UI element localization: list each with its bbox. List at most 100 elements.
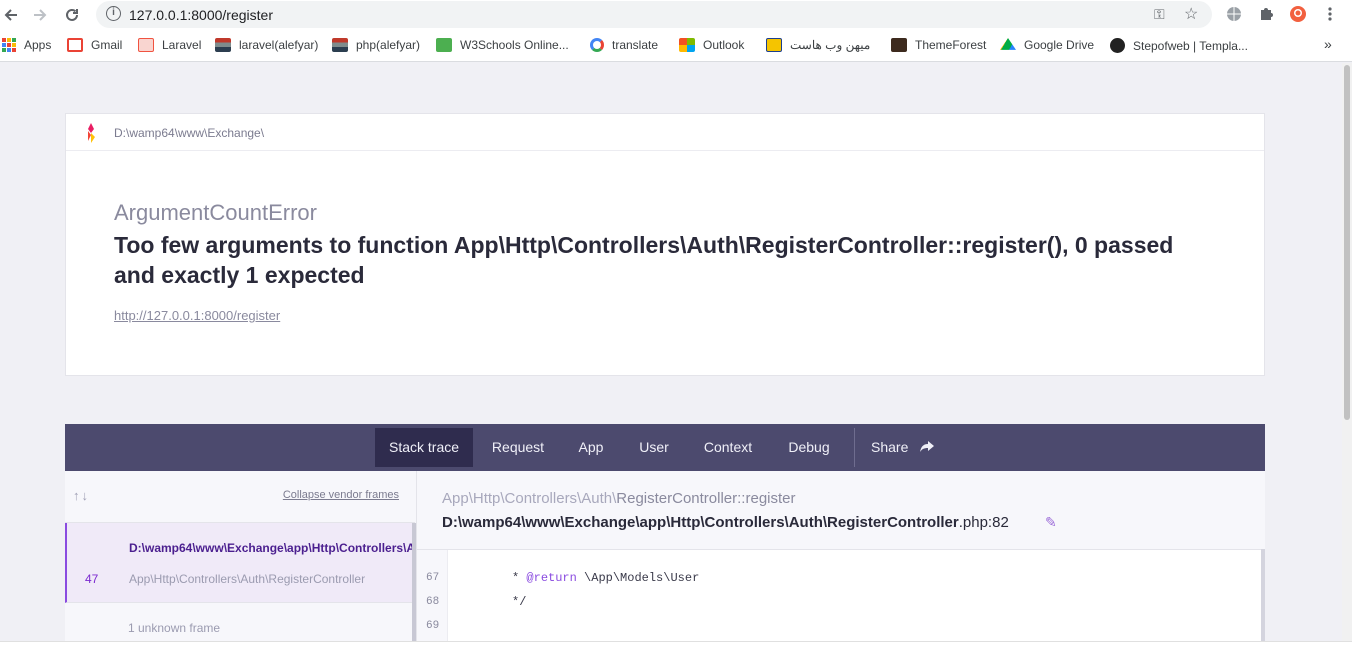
page-scrollbar-thumb[interactable] bbox=[1344, 65, 1350, 420]
line-number: 68 bbox=[426, 596, 440, 608]
frame-method: App\Http\Controllers\Auth\RegisterContro… bbox=[442, 490, 796, 507]
code-text: \App\Models\User bbox=[576, 571, 700, 585]
tab-divider bbox=[854, 428, 855, 467]
exception-card: D:\wamp64\www\Exchange\ ArgumentCountErr… bbox=[65, 113, 1265, 376]
mihanwebhost-icon bbox=[766, 38, 782, 52]
tab-bar: Stack trace Request App User Context Deb… bbox=[65, 424, 1265, 471]
frames-scrollbar[interactable] bbox=[412, 523, 416, 641]
tab-request[interactable]: Request bbox=[483, 428, 553, 467]
file-extension-line: .php:82 bbox=[958, 514, 1009, 531]
bookmark-label: Outlook bbox=[703, 38, 745, 52]
frame-file: D:\wamp64\www\Exchange\app\Http\Controll… bbox=[442, 514, 1009, 531]
bookmark-laravel[interactable]: Laravel bbox=[138, 38, 201, 52]
drive-icon bbox=[1000, 38, 1016, 50]
bookmark-apps[interactable]: Apps bbox=[2, 38, 51, 52]
tab-app[interactable]: App bbox=[570, 428, 612, 467]
bookmark-php-alefyar[interactable]: php(alefyar) bbox=[332, 38, 420, 52]
window-bottom-edge bbox=[0, 641, 1352, 646]
books-icon bbox=[215, 38, 231, 52]
tab-user[interactable]: User bbox=[632, 428, 676, 467]
address-bar[interactable]: i 127.0.0.1:8000/register ⚿ ☆ bbox=[96, 1, 1212, 28]
frame-detail-panel: App\Http\Controllers\Auth\RegisterContro… bbox=[417, 471, 1265, 641]
bookmark-mihanwebhost[interactable]: میهن وب هاست bbox=[766, 38, 870, 52]
bookmark-label: Gmail bbox=[91, 38, 123, 52]
frame-class: App\Http\Controllers\Auth\RegisterContro… bbox=[129, 572, 366, 586]
bookmark-label: Laravel bbox=[162, 38, 202, 52]
tab-share[interactable]: Share bbox=[871, 428, 941, 467]
apps-grid-icon bbox=[2, 38, 16, 52]
password-key-icon[interactable]: ⚿ bbox=[1154, 6, 1165, 23]
line-number-gutter: 67 68 69 bbox=[417, 550, 448, 641]
bookmark-themeforest[interactable]: ThemeForest bbox=[891, 38, 986, 52]
bookmark-label: translate bbox=[612, 38, 659, 52]
collapse-vendor-frames-link[interactable]: Collapse vendor frames bbox=[283, 489, 399, 501]
bookmark-label: laravel(alefyar) bbox=[239, 38, 319, 52]
frame-number: 47 bbox=[85, 572, 99, 586]
bookmark-google-drive[interactable]: Google Drive bbox=[1000, 38, 1094, 52]
frame-file-path: D:\wamp64\www\Exchange\app\Http\Controll… bbox=[129, 541, 415, 555]
code-text: * bbox=[476, 571, 527, 585]
share-arrow-icon bbox=[920, 441, 935, 452]
site-info-icon[interactable]: i bbox=[106, 6, 121, 21]
bookmarks-overflow-button[interactable]: » bbox=[1324, 36, 1332, 52]
stepofweb-icon bbox=[1110, 38, 1125, 53]
page-scrollbar[interactable] bbox=[1342, 63, 1352, 641]
ignition-logo-icon bbox=[88, 123, 95, 143]
back-arrow-icon[interactable] bbox=[0, 4, 22, 26]
code-text: */ bbox=[476, 595, 527, 609]
bookmark-label: Apps bbox=[24, 38, 52, 52]
w3schools-icon bbox=[436, 38, 452, 52]
bookmark-label: میهن وب هاست bbox=[790, 38, 871, 52]
bookmark-outlook[interactable]: Outlook bbox=[679, 38, 744, 52]
bookmark-translate[interactable]: translate bbox=[590, 38, 658, 52]
browser-menu-icon[interactable] bbox=[1321, 5, 1339, 23]
forward-arrow-icon[interactable] bbox=[29, 4, 51, 26]
frame-navigation-arrows-icon[interactable]: ↑↓ bbox=[73, 488, 90, 503]
request-url-link[interactable]: http://127.0.0.1:8000/register bbox=[114, 308, 280, 323]
puzzle-extensions-icon[interactable] bbox=[1257, 5, 1275, 23]
edit-pencil-icon[interactable]: ✎ bbox=[1045, 514, 1057, 531]
bookmark-label: Stepofweb | Templa... bbox=[1133, 38, 1248, 53]
code-scrollbar[interactable] bbox=[1261, 549, 1265, 641]
bookmark-w3schools[interactable]: W3Schools Online... bbox=[436, 38, 569, 52]
profile-avatar-icon[interactable] bbox=[1289, 5, 1307, 23]
unknown-frame-toggle[interactable]: 1 unknown frame bbox=[128, 621, 220, 635]
exception-class: ArgumentCountError bbox=[114, 200, 317, 225]
browser-toolbar: i 127.0.0.1:8000/register ⚿ ☆ bbox=[0, 0, 1352, 30]
tab-stack-trace[interactable]: Stack trace bbox=[375, 428, 473, 467]
bookmark-label: php(alefyar) bbox=[356, 38, 421, 52]
project-path: D:\wamp64\www\Exchange\ bbox=[114, 126, 265, 140]
line-number: 69 bbox=[426, 620, 440, 632]
stack-frames-header: ↑↓ Collapse vendor frames bbox=[65, 471, 415, 523]
line-number: 67 bbox=[426, 572, 440, 584]
gmail-icon bbox=[67, 38, 83, 52]
code-docblock-tag: @return bbox=[526, 571, 577, 585]
reload-icon[interactable] bbox=[61, 4, 83, 26]
address-url[interactable]: 127.0.0.1:8000/register bbox=[129, 7, 273, 23]
code-line: */ bbox=[476, 595, 526, 609]
stack-frame-selected[interactable]: 47 D:\wamp64\www\Exchange\app\Http\Contr… bbox=[65, 523, 415, 603]
tab-debug[interactable]: Debug bbox=[780, 428, 838, 467]
method-namespace: App\Http\Controllers\Auth\ bbox=[442, 490, 617, 507]
themeforest-icon bbox=[891, 38, 907, 52]
google-icon bbox=[590, 38, 604, 52]
share-label: Share bbox=[871, 439, 909, 455]
card-header: D:\wamp64\www\Exchange\ bbox=[66, 114, 1264, 151]
exception-message: Too few arguments to function App\Http\C… bbox=[114, 232, 1174, 288]
bookmark-gmail[interactable]: Gmail bbox=[67, 38, 122, 52]
books-icon bbox=[332, 38, 348, 52]
tab-context[interactable]: Context bbox=[695, 428, 761, 467]
bookmark-label: W3Schools Online... bbox=[460, 38, 569, 52]
bookmark-laravel-alefyar[interactable]: laravel(alefyar) bbox=[215, 38, 318, 52]
code-line: * @return \App\Models\User bbox=[476, 571, 699, 585]
globe-extension-icon[interactable] bbox=[1225, 5, 1243, 23]
microsoft-icon bbox=[679, 38, 695, 52]
bookmarks-bar: Apps Gmail Laravel laravel(alefyar) php(… bbox=[0, 30, 1352, 62]
bookmark-star-icon[interactable]: ☆ bbox=[1184, 4, 1198, 24]
stack-frames-panel: ↑↓ Collapse vendor frames 47 D:\wamp64\w… bbox=[65, 471, 417, 641]
bookmark-stepofweb[interactable]: Stepofweb | Templa... bbox=[1110, 38, 1248, 53]
ignition-error-page: D:\wamp64\www\Exchange\ ArgumentCountErr… bbox=[0, 63, 1342, 641]
bookmark-label: Google Drive bbox=[1024, 38, 1095, 52]
laravel-icon bbox=[138, 38, 154, 52]
method-name: RegisterController::register bbox=[616, 490, 796, 507]
